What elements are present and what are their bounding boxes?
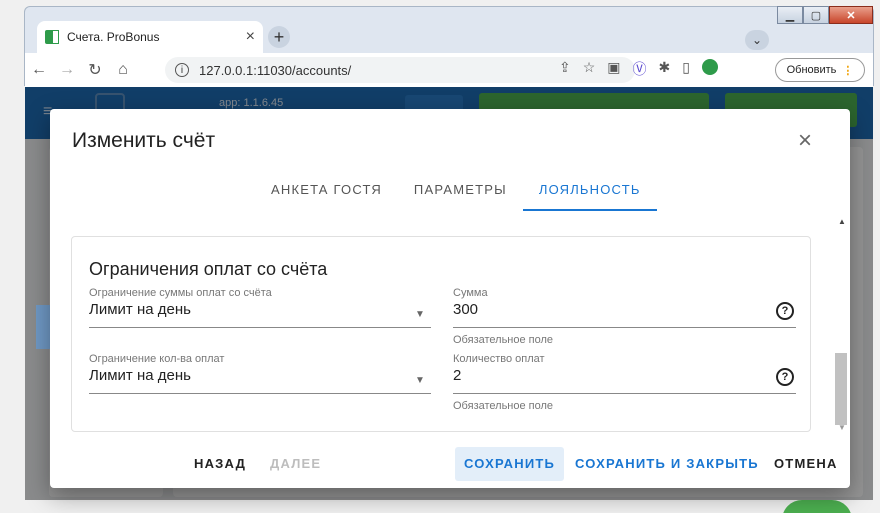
minimize-button[interactable]: ▁ [777, 6, 803, 24]
save-button[interactable]: Сохранить [455, 447, 565, 481]
back-arrow-icon[interactable]: ← [25, 61, 53, 79]
side-panel-icon[interactable]: ▯ [682, 59, 690, 79]
tab-loyalty[interactable]: Лояльность [522, 171, 657, 211]
count-input[interactable]: Количество оплат 2 ? Обязательное поле [453, 353, 796, 413]
count-limit-select[interactable]: Ограничение кол-ва оплат Лимит на день ▼ [89, 353, 431, 413]
share-icon[interactable]: ⇪ [559, 59, 571, 79]
forward-arrow-icon[interactable]: → [53, 61, 81, 79]
vpn-extension-icon[interactable]: Ⓥ [633, 59, 647, 79]
dropdown-caret-icon: ▼ [415, 375, 425, 386]
profile-avatar[interactable] [701, 59, 718, 75]
toolbar-icons: ⇪ ☆ ▣ Ⓥ ✱ ▯ [559, 59, 718, 79]
field-label: Ограничение кол-ва оплат [89, 353, 225, 365]
browser-window: Счета. ProBonus × + ⌄ ▁ ▢ ✕ ← → ↻ ⌂ i 12… [0, 0, 880, 513]
puzzle-icon[interactable]: ✱ [659, 59, 671, 79]
field-underline [89, 327, 431, 328]
field-underline [89, 393, 431, 394]
scroll-up-arrow-icon[interactable]: ▲ [838, 217, 846, 226]
next-button[interactable]: Далее [261, 447, 330, 481]
dialog-title: Изменить счёт [72, 129, 216, 152]
field-hint: Обязательное поле [453, 334, 554, 346]
field-label: Ограничение суммы оплат со счёта [89, 287, 272, 299]
field-underline [453, 327, 796, 328]
window-controls: ▁ ▢ ✕ [777, 6, 873, 26]
field-underline [453, 393, 796, 394]
cancel-button[interactable]: Отмена [765, 447, 847, 481]
menu-dots-icon: ⋮ [842, 64, 854, 77]
tab-guest-profile[interactable]: Анкета гостя [255, 171, 398, 211]
bookmark-star-icon[interactable]: ☆ [583, 59, 596, 79]
save-and-close-button[interactable]: Сохранить и закрыть [566, 447, 768, 481]
reload-icon[interactable]: ↻ [81, 60, 109, 80]
field-value: Лимит на день [89, 367, 191, 384]
field-value: 2 [453, 367, 462, 384]
field-value: Лимит на день [89, 301, 191, 318]
back-button[interactable]: Назад [185, 447, 255, 481]
update-label: Обновить [786, 64, 837, 76]
favicon-icon [45, 30, 59, 44]
browser-tab[interactable]: Счета. ProBonus × [37, 21, 263, 53]
dialog-tabs: Анкета гостя Параметры Лояльность [255, 171, 657, 211]
close-tab-icon[interactable]: × [246, 28, 255, 46]
sum-limit-select[interactable]: Ограничение суммы оплат со счёта Лимит н… [89, 287, 431, 347]
tab-parameters[interactable]: Параметры [398, 171, 523, 211]
close-icon[interactable]: × [798, 127, 812, 155]
new-tab-button[interactable]: + [268, 26, 290, 48]
close-window-button[interactable]: ✕ [829, 6, 873, 24]
browser-toolbar: ← → ↻ ⌂ i 127.0.0.1:11030/accounts/ ⇪ ☆ … [25, 53, 873, 87]
scroll-down-arrow-icon[interactable]: ▼ [838, 423, 846, 432]
limits-panel: Ограничения оплат со счёта Ограничение с… [71, 236, 811, 432]
help-icon[interactable]: ? [776, 368, 794, 386]
field-value: 300 [453, 301, 479, 318]
update-button[interactable]: Обновить ⋮ [775, 58, 865, 82]
tab-title: Счета. ProBonus [67, 30, 160, 44]
section-title: Ограничения оплат со счёта [89, 259, 328, 279]
field-label: Сумма [453, 287, 488, 299]
fab-partial [782, 500, 852, 513]
tab-search-button[interactable]: ⌄ [745, 30, 769, 50]
field-label: Количество оплат [453, 353, 545, 365]
info-icon[interactable]: i [175, 63, 189, 77]
dialog-content: Ограничения оплат со счёта Ограничение с… [50, 213, 850, 435]
scrollbar-thumb[interactable] [835, 353, 847, 425]
sum-input[interactable]: Сумма 300 ? Обязательное поле [453, 287, 796, 347]
address-text: 127.0.0.1:11030/accounts/ [199, 62, 352, 78]
home-icon[interactable]: ⌂ [109, 61, 137, 79]
field-hint: Обязательное поле [453, 400, 554, 412]
edit-account-dialog: Изменить счёт × Анкета гостя Параметры Л… [50, 109, 850, 488]
dialog-footer: Назад Далее Сохранить Сохранить и закрыт… [50, 445, 850, 485]
dropdown-caret-icon: ▼ [415, 309, 425, 320]
extension-icon[interactable]: ▣ [607, 59, 620, 79]
help-icon[interactable]: ? [776, 302, 794, 320]
maximize-button[interactable]: ▢ [803, 6, 829, 24]
